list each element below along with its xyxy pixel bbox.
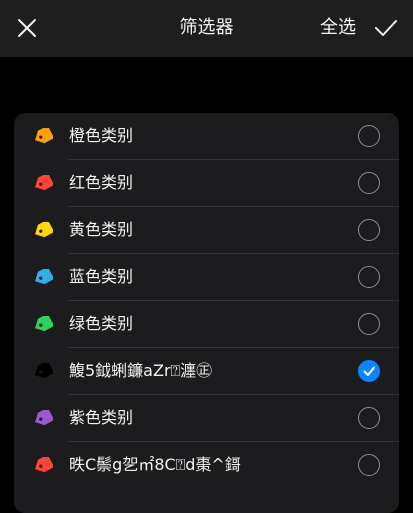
tag-icon — [35, 175, 53, 191]
radio-unchecked[interactable] — [358, 313, 380, 335]
filter-row[interactable]: 红色类别 — [14, 160, 399, 207]
radio-unchecked[interactable] — [358, 454, 380, 476]
filter-label: 鰒5鉞蜊鐮aZr⍰瀍㊣ — [69, 361, 213, 380]
filter-label: 紫色类别 — [69, 408, 134, 427]
radio-unchecked[interactable] — [358, 172, 380, 194]
filter-row[interactable]: 鰒5鉞蜊鐮aZr⍰瀍㊣ — [14, 348, 399, 395]
filter-row[interactable]: 蓝色类别 — [14, 254, 399, 301]
filter-row[interactable]: 紫色类别 — [14, 395, 399, 442]
filter-label: 蓝色类别 — [69, 267, 134, 286]
tag-icon — [35, 363, 53, 379]
filter-row[interactable]: 昳C鬃g乫㎡8C⍰d棗^鎶 — [14, 442, 399, 489]
tag-icon — [35, 222, 53, 238]
checkmark-icon — [363, 366, 375, 376]
tag-icon — [35, 269, 53, 285]
tag-icon — [35, 316, 53, 332]
filter-label: 黄色类别 — [69, 220, 134, 239]
radio-unchecked[interactable] — [358, 125, 380, 147]
radio-unchecked[interactable] — [358, 266, 380, 288]
tag-icon — [35, 128, 53, 144]
filter-list: 橙色类别红色类别黄色类别蓝色类别绿色类别鰒5鉞蜊鐮aZr⍰瀍㊣ 紫色类别昳C鬃g乫… — [14, 113, 399, 513]
filter-row[interactable]: 橙色类别 — [14, 113, 399, 160]
top-bar: 筛选器 全选 — [0, 0, 413, 57]
filter-row[interactable]: 黄色类别 — [14, 207, 399, 254]
checkmark-icon[interactable] — [372, 15, 399, 41]
radio-checked[interactable] — [358, 360, 380, 382]
radio-unchecked[interactable] — [358, 407, 380, 429]
tag-icon — [35, 457, 53, 473]
tag-icon — [35, 410, 53, 426]
filter-row[interactable]: 绿色类别 — [14, 301, 399, 348]
close-icon[interactable] — [14, 15, 40, 41]
filter-label: 绿色类别 — [69, 314, 134, 333]
select-all-button[interactable]: 全选 — [320, 17, 356, 39]
filter-label: 昳C鬃g乫㎡8C⍰d棗^鎶 — [69, 455, 241, 474]
filter-label: 红色类别 — [69, 173, 134, 192]
filter-label: 橙色类别 — [69, 126, 134, 145]
radio-unchecked[interactable] — [358, 219, 380, 241]
